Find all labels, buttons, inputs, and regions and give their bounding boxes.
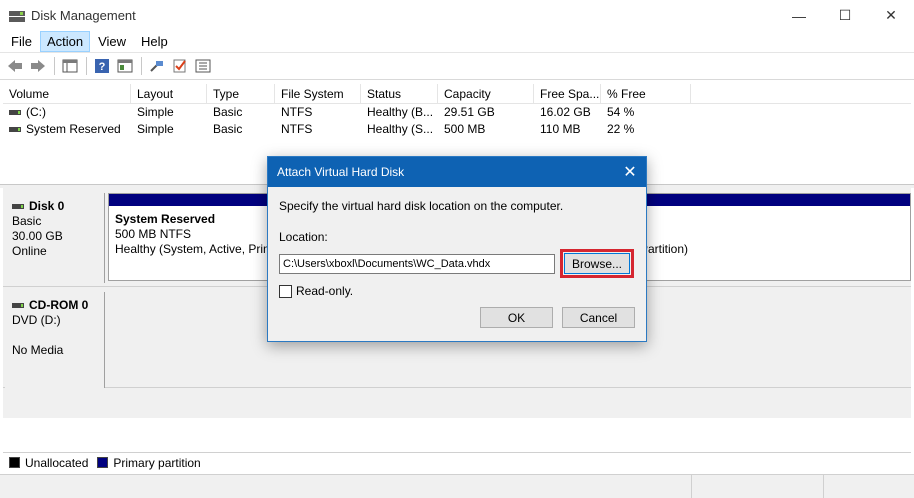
column-percent-free[interactable]: % Free <box>601 84 691 103</box>
location-input[interactable] <box>279 253 555 274</box>
ok-button[interactable]: OK <box>480 307 553 328</box>
cdrom-0-label[interactable]: CD-ROM 0 DVD (D:) No Media <box>5 292 105 388</box>
unallocated-swatch <box>9 457 20 468</box>
toolbar: ? <box>0 53 914 80</box>
connect-icon[interactable] <box>146 55 168 77</box>
column-status[interactable]: Status <box>361 84 438 103</box>
help-icon[interactable]: ? <box>91 55 113 77</box>
maximize-button[interactable]: ☐ <box>822 0 868 31</box>
minimize-button[interactable]: — <box>776 0 822 31</box>
status-segment <box>0 475 692 498</box>
toolbar-separator <box>141 57 142 75</box>
menu-help[interactable]: Help <box>134 31 175 52</box>
file-system-cell: NTFS <box>281 105 313 119</box>
column-volume[interactable]: Volume <box>3 84 131 103</box>
properties-icon[interactable] <box>114 55 136 77</box>
legend-primary: Primary partition <box>97 456 201 470</box>
svg-text:?: ? <box>99 61 106 73</box>
toolbar-separator <box>54 57 55 75</box>
status-bar <box>0 474 914 498</box>
readonly-checkbox[interactable] <box>279 284 292 298</box>
legend-unallocated: Unallocated <box>9 456 88 470</box>
readonly-label: Read-only. <box>296 284 354 298</box>
list-icon[interactable] <box>192 55 214 77</box>
check-icon[interactable] <box>169 55 191 77</box>
file-system-cell: NTFS <box>281 122 313 136</box>
menu-action[interactable]: Action <box>39 31 91 52</box>
volume-list-header: Volume Layout Type File System Status Ca… <box>3 84 911 104</box>
column-free-space[interactable]: Free Spa... <box>534 84 601 103</box>
window-title: Disk Management <box>31 8 136 23</box>
layout-cell: Simple <box>137 122 174 136</box>
table-row[interactable]: System Reserved Simple Basic NTFS Health… <box>3 121 911 138</box>
free-space-cell: 16.02 GB <box>540 105 591 119</box>
menu-bar: File Action View Help <box>0 31 914 53</box>
capacity-cell: 500 MB <box>444 122 486 136</box>
volume-icon <box>9 110 21 116</box>
browse-button[interactable]: Browse... <box>564 253 630 274</box>
back-arrow-icon[interactable] <box>4 55 26 77</box>
toolbar-separator <box>86 57 87 75</box>
column-capacity[interactable]: Capacity <box>438 84 534 103</box>
readonly-option[interactable]: Read-only. <box>279 284 635 298</box>
forward-arrow-icon[interactable] <box>27 55 49 77</box>
console-tree-icon[interactable] <box>59 55 81 77</box>
status-cell: Healthy (B... <box>367 105 434 119</box>
percent-free-cell: 22 % <box>607 122 635 136</box>
menu-file[interactable]: File <box>4 31 39 52</box>
menu-view[interactable]: View <box>91 31 133 52</box>
dialog-close-button[interactable]: ✕ <box>614 157 646 187</box>
capacity-cell: 29.51 GB <box>444 105 495 119</box>
volume-cell: System Reserved <box>3 121 131 138</box>
attach-vhd-dialog: Attach Virtual Hard Disk ✕ Specify the v… <box>267 156 647 342</box>
dialog-description: Specify the virtual hard disk location o… <box>279 199 564 213</box>
status-segment <box>692 475 824 498</box>
layout-cell: Simple <box>137 105 174 119</box>
percent-free-cell: 54 % <box>607 105 635 119</box>
close-button[interactable]: ✕ <box>868 0 914 31</box>
volume-icon <box>9 127 21 133</box>
cancel-button[interactable]: Cancel <box>562 307 635 328</box>
table-row[interactable]: (C:) Simple Basic NTFS Healthy (B... 29.… <box>3 104 911 121</box>
dialog-title-bar: Attach Virtual Hard Disk ✕ <box>268 157 646 187</box>
type-cell: Basic <box>213 105 243 119</box>
browse-highlight: Browse... <box>560 249 634 278</box>
dialog-title: Attach Virtual Hard Disk <box>277 165 405 179</box>
disk-icon <box>12 204 24 210</box>
volume-cell: (C:) <box>3 104 131 121</box>
disk-management-icon <box>9 9 25 23</box>
cdrom-icon <box>12 303 24 309</box>
column-layout[interactable]: Layout <box>131 84 207 103</box>
column-file-system[interactable]: File System <box>275 84 361 103</box>
disk-0-label[interactable]: Disk 0 Basic 30.00 GB Online <box>5 193 105 283</box>
legend: Unallocated Primary partition <box>3 452 911 472</box>
status-cell: Healthy (S... <box>367 122 434 136</box>
column-type[interactable]: Type <box>207 84 275 103</box>
free-space-cell: 110 MB <box>540 122 581 136</box>
type-cell: Basic <box>213 122 243 136</box>
primary-swatch <box>97 457 109 468</box>
title-bar: Disk Management — ☐ ✕ <box>0 0 914 31</box>
location-label: Location: <box>279 230 328 244</box>
